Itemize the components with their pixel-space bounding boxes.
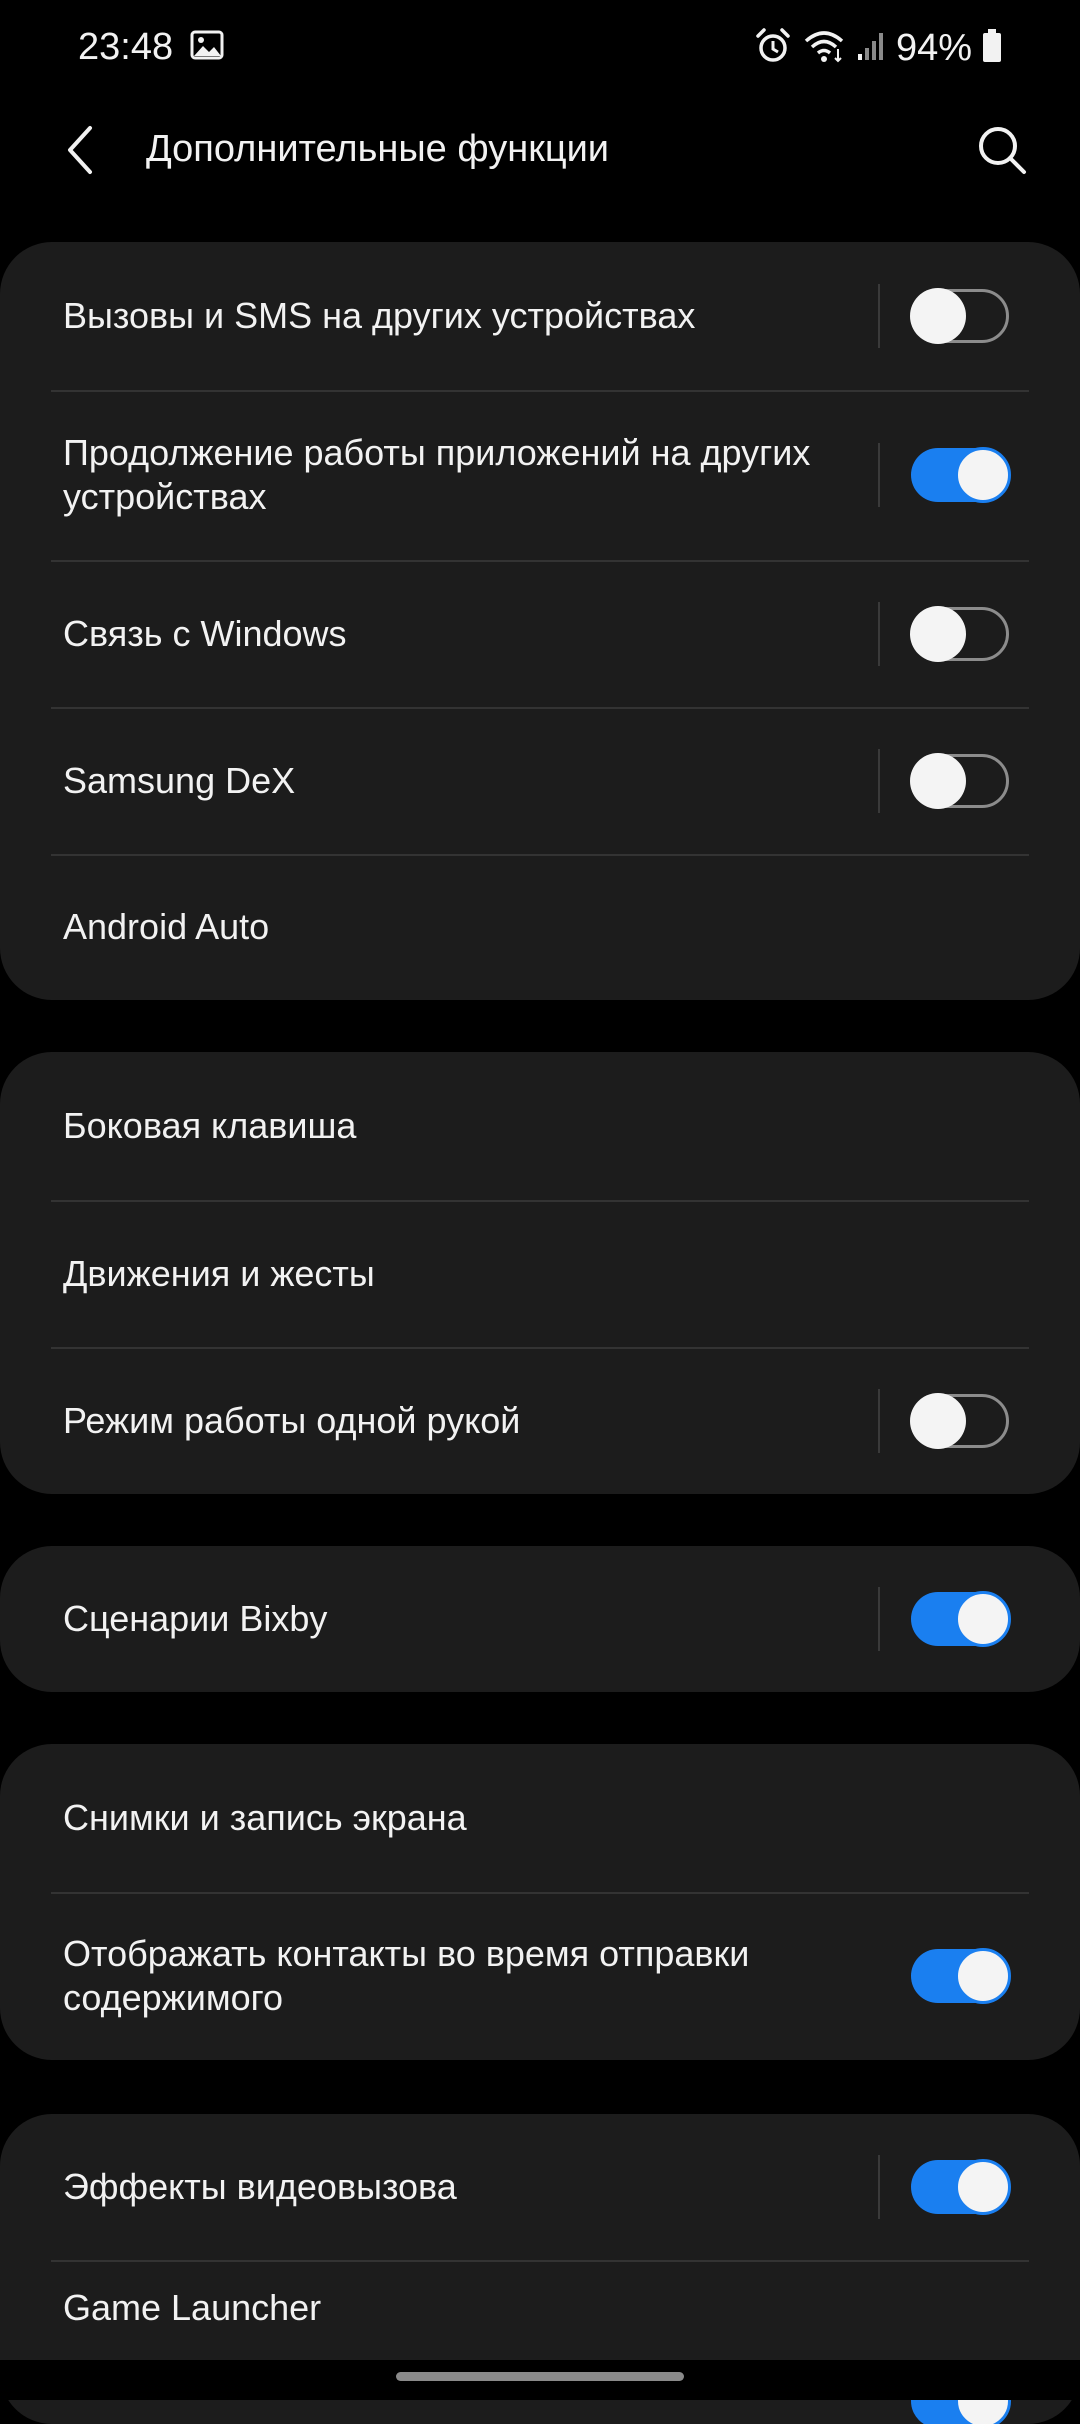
- chevron-left-icon: [68, 126, 92, 174]
- list-item-label: Связь с Windows: [63, 612, 347, 654]
- divider: [878, 601, 880, 666]
- gallery-icon: [190, 30, 224, 60]
- list-item-label: Режим работы одной рукой: [63, 1399, 521, 1441]
- toggle-switch[interactable]: [911, 447, 1011, 503]
- toggle-switch[interactable]: [910, 288, 1009, 344]
- list-item-label: Снимки и запись экрана: [63, 1797, 467, 1838]
- battery-percent: 94%: [895, 26, 972, 69]
- status-bar: 23:48 94%: [0, 0, 1080, 96]
- list-item-label: Samsung DeX: [63, 759, 296, 801]
- alarm-icon: [754, 27, 792, 70]
- settings-group-screenshots: Снимки и запись экрана Отображать контак…: [0, 1744, 1080, 2060]
- status-time: 23:48: [78, 26, 174, 68]
- list-item-motions-gestures[interactable]: Движения и жесты: [0, 1200, 1080, 1347]
- toggle-switch[interactable]: [911, 1591, 1011, 1647]
- toggle-switch[interactable]: [910, 605, 1009, 662]
- list-item-video-call-effects[interactable]: Эффекты видеовызова: [0, 2114, 1080, 2260]
- list-item-continue-apps[interactable]: Продолжение работы приложений на других …: [0, 390, 1080, 560]
- toggle-switch[interactable]: [910, 752, 1009, 809]
- list-item-label: Боковая клавиша: [63, 1105, 357, 1146]
- list-item-label: Game Launcher: [63, 2287, 322, 2328]
- divider: [878, 284, 880, 348]
- list-item-screenshots-recorder[interactable]: Снимки и запись экрана: [0, 1744, 1080, 1892]
- list-item-label: Продолжение работы приложений на других …: [63, 432, 811, 517]
- battery-icon: [982, 28, 1002, 68]
- list-item-label: Эффекты видеовызова: [63, 2166, 457, 2207]
- list-item-android-auto[interactable]: Android Auto: [0, 854, 1080, 1000]
- settings-group-connections: Вызовы и SMS на других устройствах Продо…: [0, 242, 1080, 1000]
- search-button[interactable]: [972, 120, 1032, 180]
- list-item-bixby-routines[interactable]: Сценарии Bixby: [0, 1546, 1080, 1692]
- list-item-side-key[interactable]: Боковая клавиша: [0, 1052, 1080, 1200]
- list-item-label: Движения и жесты: [63, 1252, 375, 1294]
- divider: [878, 748, 880, 813]
- search-icon: [979, 127, 1026, 174]
- divider: [878, 443, 880, 507]
- back-button[interactable]: [56, 122, 108, 178]
- wifi-icon: [802, 27, 846, 70]
- home-indicator[interactable]: [396, 2372, 684, 2381]
- list-item-label: Вызовы и SMS на других устройствах: [63, 295, 696, 336]
- divider: [878, 1388, 880, 1453]
- settings-group-bixby: Сценарии Bixby: [0, 1546, 1080, 1692]
- list-item-label: Сценарии Bixby: [63, 1598, 328, 1639]
- app-bar: Дополнительные функции: [0, 110, 1080, 190]
- toggle-switch[interactable]: [911, 1948, 1011, 2004]
- divider: [878, 1587, 880, 1651]
- list-item-label: Отображать контакты во время отправки со…: [63, 1933, 750, 2018]
- list-item-label: Android Auto: [63, 906, 270, 947]
- list-item-show-contacts-sharing[interactable]: Отображать контакты во время отправки со…: [0, 1892, 1080, 2060]
- signal-icon: [856, 30, 886, 67]
- settings-group-controls: Боковая клавиша Движения и жесты Режим р…: [0, 1052, 1080, 1494]
- page-title: Дополнительные функции: [146, 128, 610, 170]
- list-item-calls-sms[interactable]: Вызовы и SMS на других устройствах: [0, 242, 1080, 390]
- toggle-switch[interactable]: [911, 2159, 1011, 2215]
- list-item-one-handed-mode[interactable]: Режим работы одной рукой: [0, 1347, 1080, 1494]
- list-item-samsung-dex[interactable]: Samsung DeX: [0, 707, 1080, 854]
- divider: [878, 2155, 880, 2219]
- list-item-link-windows[interactable]: Связь с Windows: [0, 560, 1080, 707]
- toggle-switch[interactable]: [910, 1392, 1009, 1449]
